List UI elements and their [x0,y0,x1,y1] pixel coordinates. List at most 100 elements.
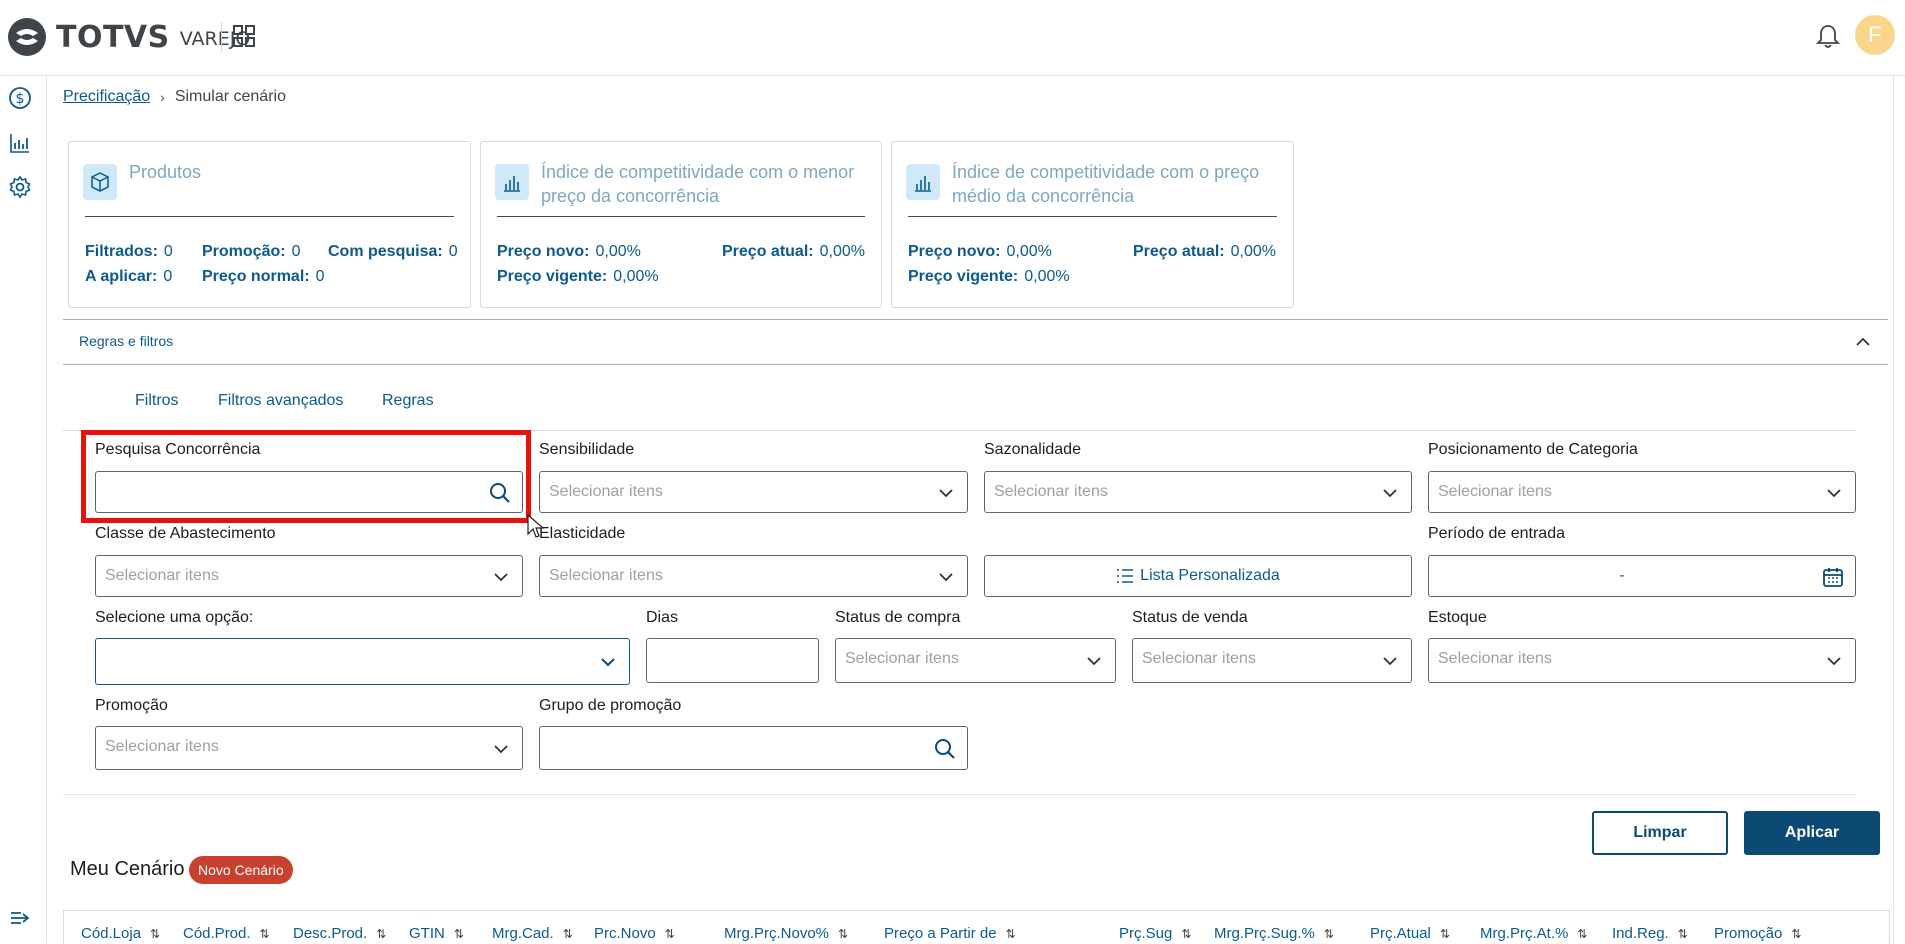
date-range-separator: - [1619,567,1625,584]
calendar-icon[interactable] [1821,565,1845,589]
select-placeholder: Selecionar itens [845,650,959,667]
label-classe-abastecimento: Classe de Abastecimento [95,525,276,542]
chevron-down-icon [939,573,953,582]
label-elasticidade: Elasticidade [539,525,626,542]
stat-com-pesquisa: Com pesquisa: 0 [328,243,458,260]
elasticidade-select[interactable]: Selecionar itens [539,555,968,597]
classe-abastecimento-select[interactable]: Selecionar itens [95,555,523,597]
sort-icon: ⇅ [1323,927,1334,941]
column-header[interactable]: Ind.Reg. ⇅ [1612,925,1688,942]
breadcrumb-chevron-icon: › [160,89,165,105]
column-header[interactable]: Mrg.Prç.At.% ⇅ [1480,925,1587,942]
breadcrumb-link-precificacao[interactable]: Precificação [63,88,150,106]
stat-preco-vigente: Preço vigente: 0,00% [908,268,1070,285]
label-sazonalidade: Sazonalidade [984,441,1081,458]
sort-icon: ⇅ [1439,927,1450,941]
sort-icon: ⇅ [838,927,849,941]
column-header[interactable]: Prç.Atual ⇅ [1370,925,1450,942]
column-header[interactable]: Promoção ⇅ [1714,925,1801,942]
column-header[interactable]: Preço a Partir de ⇅ [884,925,1016,942]
chevron-down-icon [1383,489,1397,498]
stat-filtrados: Filtrados: 0 [85,243,173,260]
section-divider [63,794,1856,795]
select-placeholder: Selecionar itens [1142,650,1256,667]
table-header: Cód.Loja ⇅ Cód.Prod. ⇅ Desc.Prod. ⇅ GTIN ⇅ M… [63,910,1890,944]
sort-icon: ⇅ [664,927,675,941]
card-divider [908,216,1277,217]
promocao-select[interactable]: Selecionar itens [95,726,523,770]
estoque-select[interactable]: Selecionar itens [1428,638,1856,683]
search-icon[interactable] [933,737,957,761]
stat-preco-atual: Preço atual: 0,00% [722,243,865,260]
column-header[interactable]: Desc.Prod. ⇅ [293,925,386,942]
sazonalidade-select[interactable]: Selecionar itens [984,471,1412,513]
select-placeholder: Selecionar itens [105,738,219,755]
lista-personalizada-label: Lista Personalizada [1140,567,1280,584]
status-badge: Novo Cenário [189,856,293,884]
bar-chart-icon [906,164,940,200]
label-status-compra: Status de compra [835,609,961,626]
selecione-opcao-select[interactable] [95,638,630,685]
periodo-entrada-datepicker[interactable]: - [1428,555,1856,597]
chevron-down-icon [494,745,508,754]
totvs-logo[interactable]: TOTVS VAREJO [6,16,250,58]
column-header[interactable]: Mrg.Cad. ⇅ [492,925,573,942]
chevron-down-icon [939,489,953,498]
label-posicionamento-categoria: Posicionamento de Categoria [1428,441,1638,458]
stat-preco-vigente: Preço vigente: 0,00% [497,268,659,285]
settings-gear-icon[interactable] [8,175,32,199]
chevron-down-icon [494,573,508,582]
chevron-up-icon[interactable] [1854,333,1872,351]
select-placeholder: Selecionar itens [994,483,1108,500]
chevron-down-icon [601,658,615,667]
sidebar: $ [0,76,47,943]
stat-preco-normal: Preço normal: 0 [202,268,325,285]
sensibilidade-select[interactable]: Selecionar itens [539,471,968,513]
tab-filtros[interactable]: Filtros [135,392,179,410]
dollar-icon[interactable]: $ [8,86,32,110]
label-estoque: Estoque [1428,609,1487,626]
notification-bell-icon[interactable] [1815,22,1841,50]
mouse-cursor-icon [527,514,545,538]
column-header[interactable]: Prc.Novo ⇅ [594,925,675,942]
apps-grid-icon[interactable] [232,24,256,48]
limpar-button[interactable]: Limpar [1592,811,1728,855]
accordion-title: Regras e filtros [79,333,174,349]
chevron-down-icon [1087,657,1101,666]
vertical-scrollbar[interactable] [1893,76,1905,943]
top-bar: TOTVS VAREJO F [0,0,1905,76]
column-header[interactable]: Cód.Loja ⇅ [81,925,160,942]
sort-icon: ⇅ [1677,927,1688,941]
chart-icon[interactable] [8,131,32,155]
posicionamento-categoria-select[interactable]: Selecionar itens [1428,471,1856,513]
card-title: Índice de competitividade com o menor pre… [541,162,855,206]
accordion-regras-filtros[interactable]: Regras e filtros [63,319,1888,365]
user-avatar[interactable]: F [1855,15,1895,55]
label-promocao: Promoção [95,697,168,714]
dias-input[interactable] [646,638,819,683]
label-sensibilidade: Sensibilidade [539,441,635,458]
column-header[interactable]: Cód.Prod. ⇅ [183,925,270,942]
sort-icon: ⇅ [1791,927,1802,941]
column-header[interactable]: Mrg.Prç.Sug.% ⇅ [1214,925,1334,942]
status-venda-select[interactable]: Selecionar itens [1132,638,1412,683]
card-divider [497,216,865,217]
breadcrumb: Precificação › Simular cenário [63,88,286,106]
sort-icon: ⇅ [562,927,573,941]
aplicar-button[interactable]: Aplicar [1744,811,1880,855]
grupo-promocao-input[interactable] [539,726,968,770]
tab-regras[interactable]: Regras [382,392,434,410]
status-compra-select[interactable]: Selecionar itens [835,638,1116,683]
label-periodo-entrada: Período de entrada [1428,525,1565,542]
label-dias: Dias [646,609,679,626]
sort-icon: ⇅ [1005,927,1016,941]
box-icon [83,164,117,200]
column-header[interactable]: Mrg.Prç.Novo% ⇅ [724,925,848,942]
scenario-title: Meu Cenário [70,858,185,880]
lista-personalizada-button[interactable]: Lista Personalizada [984,555,1412,597]
tab-filtros-avancados[interactable]: Filtros avançados [218,392,343,410]
column-header[interactable]: Prç.Sug ⇅ [1119,925,1191,942]
column-header[interactable]: GTIN ⇅ [409,925,464,942]
expand-menu-icon[interactable] [8,906,32,930]
select-placeholder: Selecionar itens [105,567,219,584]
